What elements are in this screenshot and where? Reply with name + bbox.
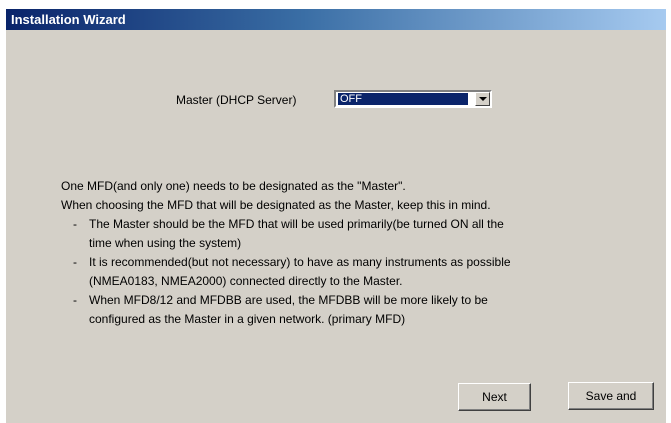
next-button[interactable]: Next	[458, 383, 531, 411]
bullet-line: When MFD8/12 and MFDBB are used, the MFD…	[89, 293, 488, 307]
master-dhcp-label: Master (DHCP Server)	[176, 93, 297, 107]
bullet-line: The Master should be the MFD that will b…	[89, 217, 504, 231]
master-dhcp-selected-value: OFF	[338, 93, 468, 105]
intro-line: When choosing the MFD that will be desig…	[61, 198, 491, 212]
title-bar: Installation Wizard	[6, 9, 666, 30]
window-title: Installation Wizard	[11, 12, 126, 27]
bullet-dash: -	[73, 255, 77, 269]
dropdown-arrow-button[interactable]	[475, 92, 490, 106]
bullet-item: - It is recommended(but not necessary) t…	[61, 253, 641, 291]
save-and-button[interactable]: Save and	[568, 382, 654, 410]
master-dhcp-select[interactable]: OFF	[334, 90, 492, 108]
bullet-item: - When MFD8/12 and MFDBB are used, the M…	[61, 291, 641, 329]
wizard-content: Master (DHCP Server) OFF One MFD(and onl…	[6, 30, 666, 423]
bullet-dash: -	[73, 217, 77, 231]
installation-wizard-window: Installation Wizard Master (DHCP Server)…	[0, 0, 671, 423]
bullet-line: (NMEA0183, NMEA2000) connected directly …	[89, 274, 403, 288]
bullet-line: time when using the system)	[89, 236, 242, 250]
master-description: One MFD(and only one) needs to be design…	[61, 177, 641, 329]
bullet-dash: -	[73, 293, 77, 307]
bullet-line: configured as the Master in a given netw…	[89, 312, 406, 326]
bullet-item: - The Master should be the MFD that will…	[61, 215, 641, 253]
intro-line: One MFD(and only one) needs to be design…	[61, 179, 406, 193]
bullet-line: It is recommended(but not necessary) to …	[89, 255, 511, 269]
